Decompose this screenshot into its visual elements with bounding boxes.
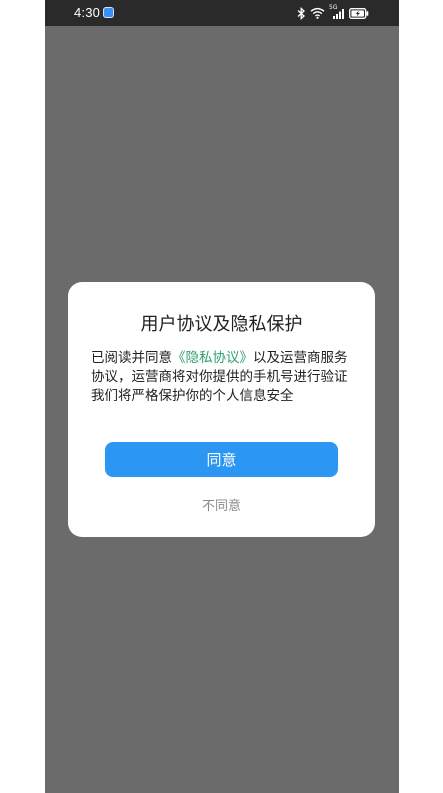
disagree-button[interactable]: 不同意 bbox=[68, 495, 375, 514]
privacy-statement: 我们将严格保护你的个人信息安全 bbox=[91, 388, 294, 404]
cellular-signal-icon: 5G bbox=[329, 4, 345, 20]
dialog-title: 用户协议及隐私保护 bbox=[140, 314, 303, 335]
status-time: 4:30 bbox=[74, 5, 101, 20]
wifi-icon bbox=[310, 7, 325, 19]
privacy-policy-link[interactable]: 《隐私协议》 bbox=[172, 350, 253, 366]
status-bar: 4:30 5G bbox=[45, 0, 399, 26]
battery-charging-icon bbox=[349, 7, 369, 19]
app-notification-icon bbox=[103, 7, 114, 18]
agreement-paragraph: 已阅读并同意《隐私协议》以及运营商服务协议，运营商将对你提供的手机号进行验证 bbox=[91, 349, 355, 387]
bluetooth-icon bbox=[297, 6, 306, 20]
status-icons: 5G bbox=[297, 4, 369, 21]
dialog-body: 已阅读并同意《隐私协议》以及运营商服务协议，运营商将对你提供的手机号进行验证 我… bbox=[91, 349, 355, 406]
phone-screen: 4:30 5G 用户协议及隐私保护 已阅读并同意《隐私协议》以及运营商服务协议，… bbox=[45, 0, 399, 793]
agree-button[interactable]: 同意 bbox=[105, 442, 338, 477]
agreement-prefix: 已阅读并同意 bbox=[91, 350, 172, 366]
privacy-dialog: 用户协议及隐私保护 已阅读并同意《隐私协议》以及运营商服务协议，运营商将对你提供… bbox=[68, 282, 375, 537]
